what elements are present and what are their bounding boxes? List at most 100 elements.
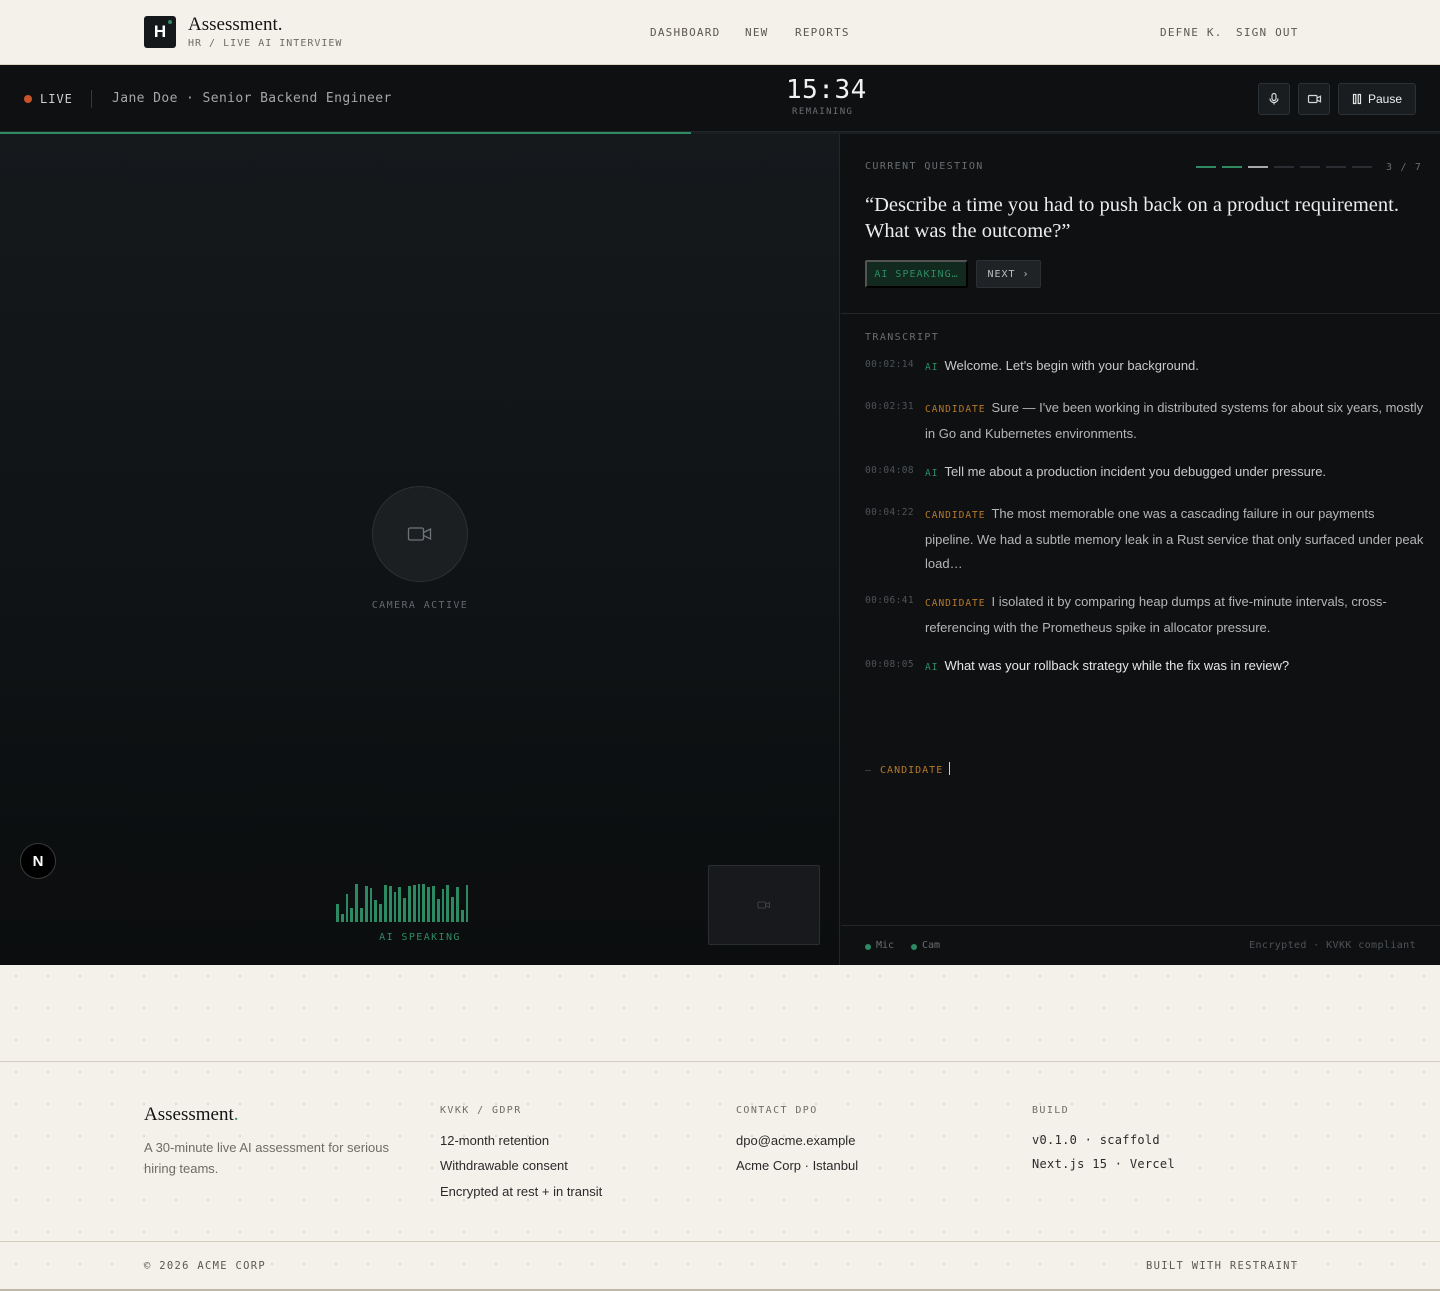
- pause-icon: [1352, 93, 1362, 105]
- framework-badge[interactable]: N: [20, 843, 56, 879]
- nav-new[interactable]: NEW: [745, 26, 768, 39]
- waveform-bar: [340, 914, 344, 922]
- brand-logo[interactable]: H: [144, 16, 176, 48]
- waveform-bar: [383, 885, 387, 922]
- entry-timestamp: 00:04:08: [865, 465, 914, 476]
- waveform-bar: [417, 884, 421, 922]
- waveform-bar: [451, 897, 454, 922]
- camera-toggle-button[interactable]: [1298, 83, 1330, 115]
- question-step: [1352, 166, 1372, 168]
- mic-status: Mic: [876, 940, 895, 951]
- entry-text: Welcome. Let's begin with your backgroun…: [944, 358, 1199, 373]
- footer-brand: Assessment.: [144, 1104, 238, 1126]
- microphone-icon: [1269, 92, 1279, 105]
- entry-timestamp: 00:04:22: [865, 507, 914, 518]
- interview-panel: CURRENT QUESTION 3 / 7 “Describe a time …: [841, 134, 1440, 965]
- entry-body: AI What was your rollback strategy while …: [925, 654, 1425, 680]
- waveform-bar: [388, 886, 392, 922]
- question-counter: 3 / 7: [1386, 162, 1423, 173]
- ai-speaking-button[interactable]: AI SPEAKING…: [865, 260, 968, 288]
- next-question-button[interactable]: NEXT ›: [976, 260, 1041, 288]
- audio-waveform: [336, 878, 506, 922]
- waveform-bar: [398, 887, 402, 922]
- user-name[interactable]: DEFNE K.: [1160, 26, 1223, 39]
- footer-item: Withdrawable consent: [440, 1158, 568, 1173]
- entry-text: I isolated it by comparing heap dumps at…: [925, 594, 1387, 635]
- entry-body: CANDIDATE The most memorable one was a ca…: [925, 502, 1425, 576]
- entry-text: Sure — I've been working in distributed …: [925, 400, 1424, 441]
- entry-role: CANDIDATE: [925, 404, 986, 415]
- typing-role: CANDIDATE: [880, 765, 944, 776]
- footer-bottom-divider: [0, 1241, 1440, 1242]
- waveform-bar: [364, 886, 368, 922]
- waveform-bar: [403, 898, 406, 922]
- waveform-bar: [374, 900, 378, 922]
- live-status: LIVE: [40, 92, 73, 106]
- build-stack: Next.js 15 · Vercel: [1032, 1157, 1175, 1171]
- video-camera-icon: [1307, 94, 1321, 104]
- waveform-bar: [379, 904, 382, 922]
- question-progress: [1196, 166, 1372, 168]
- camera-status: CAMERA ACTIVE: [371, 600, 469, 611]
- nav-reports[interactable]: REPORTS: [795, 26, 850, 39]
- current-question-section: CURRENT QUESTION 3 / 7 “Describe a time …: [841, 134, 1440, 314]
- waveform-bar: [427, 887, 430, 922]
- footer-item: 12-month retention: [440, 1133, 550, 1148]
- entry-role: CANDIDATE: [925, 598, 986, 609]
- waveform-bar: [446, 885, 450, 922]
- copyright: © 2026 ACME CORP: [144, 1260, 266, 1272]
- waveform-bar: [465, 885, 469, 922]
- footer-item: Encrypted at rest + in transit: [440, 1184, 603, 1199]
- logo-letter: H: [153, 22, 167, 41]
- self-view-tile[interactable]: [708, 865, 820, 945]
- waveform-bar: [369, 888, 373, 922]
- timer-label: REMAINING: [792, 107, 854, 117]
- footer-heading-build: BUILD: [1032, 1105, 1070, 1116]
- question-text: “Describe a time you had to push back on…: [865, 194, 1399, 242]
- pause-label: Pause: [1367, 92, 1403, 106]
- ai-speaking-status: AI SPEAKING: [379, 932, 461, 943]
- entry-body: CANDIDATE Sure — I've been working in dis…: [925, 396, 1425, 446]
- footer-heading-compliance: KVKK / GDPR: [440, 1105, 522, 1116]
- typing-dash: —: [865, 765, 873, 776]
- footer-heading-contact: CONTACT DPO: [736, 1105, 818, 1116]
- waveform-bar: [412, 885, 416, 922]
- text-caret: [949, 762, 951, 775]
- footer-item: Acme Corp · Istanbul: [736, 1158, 859, 1173]
- question-step: [1300, 166, 1320, 168]
- entry-role: AI: [925, 468, 939, 479]
- waveform-bar: [345, 894, 349, 922]
- waveform-bar: [407, 886, 411, 922]
- waveform-bar: [460, 910, 464, 922]
- waveform-bar: [336, 904, 339, 922]
- waveform-bar: [436, 899, 440, 922]
- mic-status-dot: [865, 944, 871, 950]
- question-step: [1196, 166, 1216, 168]
- cam-status: Cam: [922, 940, 941, 951]
- logo-accent-dot: [168, 20, 172, 24]
- panel-status-bar: Mic Cam Encrypted · KVKK compliant: [841, 925, 1440, 965]
- candidate-typing-indicator: — CANDIDATE: [865, 762, 951, 776]
- divider: [91, 90, 92, 108]
- waveform-bar: [431, 886, 435, 922]
- entry-timestamp: 00:02:31: [865, 401, 914, 412]
- transcript-label: TRANSCRIPT: [865, 332, 940, 343]
- mic-toggle-button[interactable]: [1258, 83, 1290, 115]
- brand-title[interactable]: Assessment.: [188, 14, 282, 36]
- dpo-email-link[interactable]: dpo@acme.example: [736, 1133, 855, 1148]
- video-camera-icon: [407, 527, 432, 541]
- entry-body: CANDIDATE I isolated it by comparing heap…: [925, 590, 1425, 640]
- security-note: Encrypted · KVKK compliant: [1249, 940, 1416, 951]
- waveform-bar: [422, 884, 426, 922]
- entry-timestamp: 00:02:14: [865, 359, 914, 370]
- question-step: [1274, 166, 1294, 168]
- entry-role: AI: [925, 362, 939, 373]
- nav-dashboard[interactable]: DASHBOARD: [650, 26, 720, 39]
- interview-app: LIVE Jane Doe · Senior Backend Engineer …: [0, 65, 1440, 965]
- video-stage: CAMERA ACTIVE N AI SPEAKING: [0, 134, 840, 965]
- entry-text: Tell me about a production incident you …: [944, 464, 1327, 479]
- sign-out-link[interactable]: SIGN OUT: [1236, 26, 1299, 39]
- session-bar: LIVE Jane Doe · Senior Backend Engineer …: [0, 65, 1440, 132]
- camera-placeholder: [372, 486, 468, 582]
- pause-button[interactable]: Pause: [1338, 83, 1416, 115]
